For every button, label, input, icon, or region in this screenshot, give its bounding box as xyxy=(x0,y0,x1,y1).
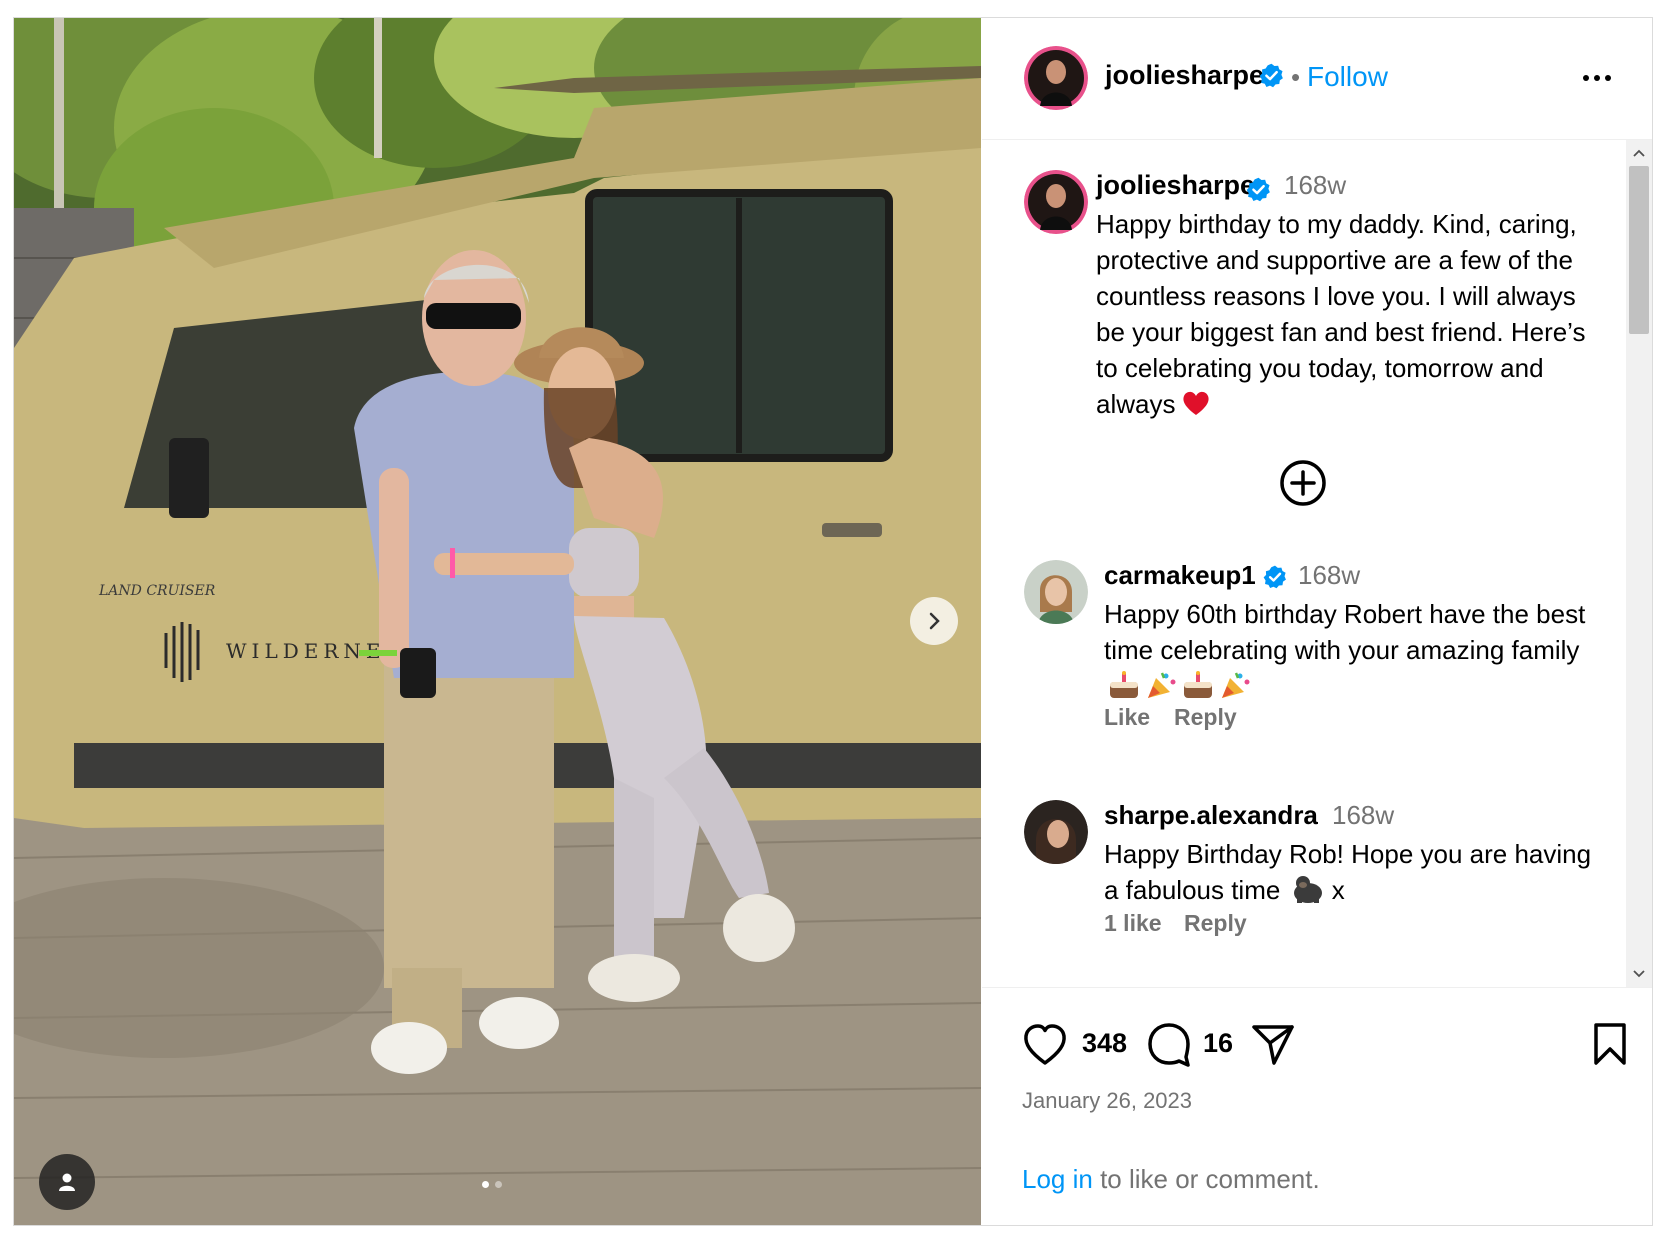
post-dialog: WILDERNE LAND CRUISER jooliesharpe • Fol… xyxy=(13,17,1653,1226)
post-header: jooliesharpe • Follow xyxy=(982,18,1652,140)
commenter-avatar[interactable] xyxy=(1024,560,1088,624)
post-date[interactable]: January 26, 2023 xyxy=(1022,1088,1192,1114)
caption-text: Happy birthday to my daddy. Kind, caring… xyxy=(1096,209,1586,419)
author-username[interactable]: jooliesharpe xyxy=(1105,60,1264,91)
user-icon xyxy=(59,1173,75,1191)
follow-button[interactable]: Follow xyxy=(1307,61,1388,93)
comment-text-block: Happy Birthday Rob! Hope you are having … xyxy=(1104,836,1594,908)
caption-timestamp[interactable]: 168w xyxy=(1284,170,1346,201)
birthday-cake-icon xyxy=(1110,671,1138,698)
chevron-right-icon xyxy=(929,612,940,630)
login-prompt-text: to like or comment. xyxy=(1092,1164,1320,1194)
tagged-users-button[interactable] xyxy=(39,1154,95,1210)
comment-likes-count[interactable]: 1 like xyxy=(1104,910,1162,937)
comment-icon[interactable] xyxy=(1146,1021,1192,1067)
carousel-dot-active xyxy=(482,1181,489,1188)
vehicle-model-text: LAND CRUISER xyxy=(98,583,216,599)
birthday-cake-icon xyxy=(1184,671,1212,698)
comment-username[interactable]: sharpe.alexandra xyxy=(1104,800,1318,831)
comment-username[interactable]: carmakeup1 xyxy=(1104,560,1256,591)
comment-text: Happy Birthday Rob! Hope you are having … xyxy=(1104,839,1592,905)
red-heart-icon xyxy=(1183,391,1210,415)
caption-text-block: Happy birthday to my daddy. Kind, caring… xyxy=(1096,206,1596,422)
comment-text-suffix: x xyxy=(1331,875,1345,905)
verified-badge-icon xyxy=(1259,63,1283,88)
carousel-dot xyxy=(495,1181,502,1188)
photo-scene: WILDERNE LAND CRUISER xyxy=(14,18,981,1225)
comments-scrollbar[interactable] xyxy=(1626,140,1652,987)
like-count[interactable]: 348 xyxy=(1082,1028,1127,1059)
verified-badge-icon xyxy=(1263,565,1286,589)
post-photo: WILDERNE LAND CRUISER xyxy=(14,18,981,1225)
header-separator: • xyxy=(1291,62,1301,92)
comment-count[interactable]: 16 xyxy=(1203,1028,1233,1059)
heart-icon[interactable] xyxy=(1022,1023,1068,1067)
party-popper-icon xyxy=(1148,672,1176,698)
comment-reply-button[interactable]: Reply xyxy=(1174,704,1237,731)
side-panel: jooliesharpe • Follow jooliesharpe 168w … xyxy=(982,18,1652,1225)
next-slide-button[interactable] xyxy=(910,597,958,645)
comments-section[interactable]: jooliesharpe 168w Happy birthday to my d… xyxy=(982,140,1652,987)
comment-text-block: Happy 60th birthday Robert have the best… xyxy=(1104,596,1594,704)
comment-reply-button[interactable]: Reply xyxy=(1184,910,1247,937)
more-options-icon[interactable] xyxy=(1577,63,1617,93)
commenter-avatar[interactable] xyxy=(1024,800,1088,864)
caption-author-avatar[interactable] xyxy=(1024,170,1088,234)
author-avatar[interactable] xyxy=(1024,46,1088,110)
party-popper-icon xyxy=(1222,672,1250,698)
login-link[interactable]: Log in xyxy=(1022,1164,1093,1194)
scroll-up-button[interactable] xyxy=(1626,140,1652,166)
chevron-down-icon xyxy=(1633,970,1645,978)
caption-username[interactable]: jooliesharpe xyxy=(1096,170,1255,201)
comment-timestamp[interactable]: 168w xyxy=(1298,560,1360,591)
login-prompt: Log in to like or comment. xyxy=(1022,1164,1320,1195)
scroll-down-button[interactable] xyxy=(1626,961,1652,987)
post-actions: 348 16 January 26, 2023 Log in to like o… xyxy=(982,987,1652,1225)
carousel-indicator xyxy=(482,1181,502,1188)
bookmark-icon[interactable] xyxy=(1590,1021,1630,1067)
chevron-up-icon xyxy=(1633,149,1645,157)
comment-like-button[interactable]: Like xyxy=(1104,704,1150,731)
share-icon[interactable] xyxy=(1250,1021,1296,1067)
gorilla-icon xyxy=(1293,876,1322,903)
load-more-comments-icon[interactable] xyxy=(1278,458,1328,508)
verified-badge-icon xyxy=(1246,177,1270,202)
comment-text: Happy 60th birthday Robert have the best… xyxy=(1104,599,1586,665)
scrollbar-thumb[interactable] xyxy=(1629,166,1649,334)
comment-timestamp[interactable]: 168w xyxy=(1332,800,1394,831)
